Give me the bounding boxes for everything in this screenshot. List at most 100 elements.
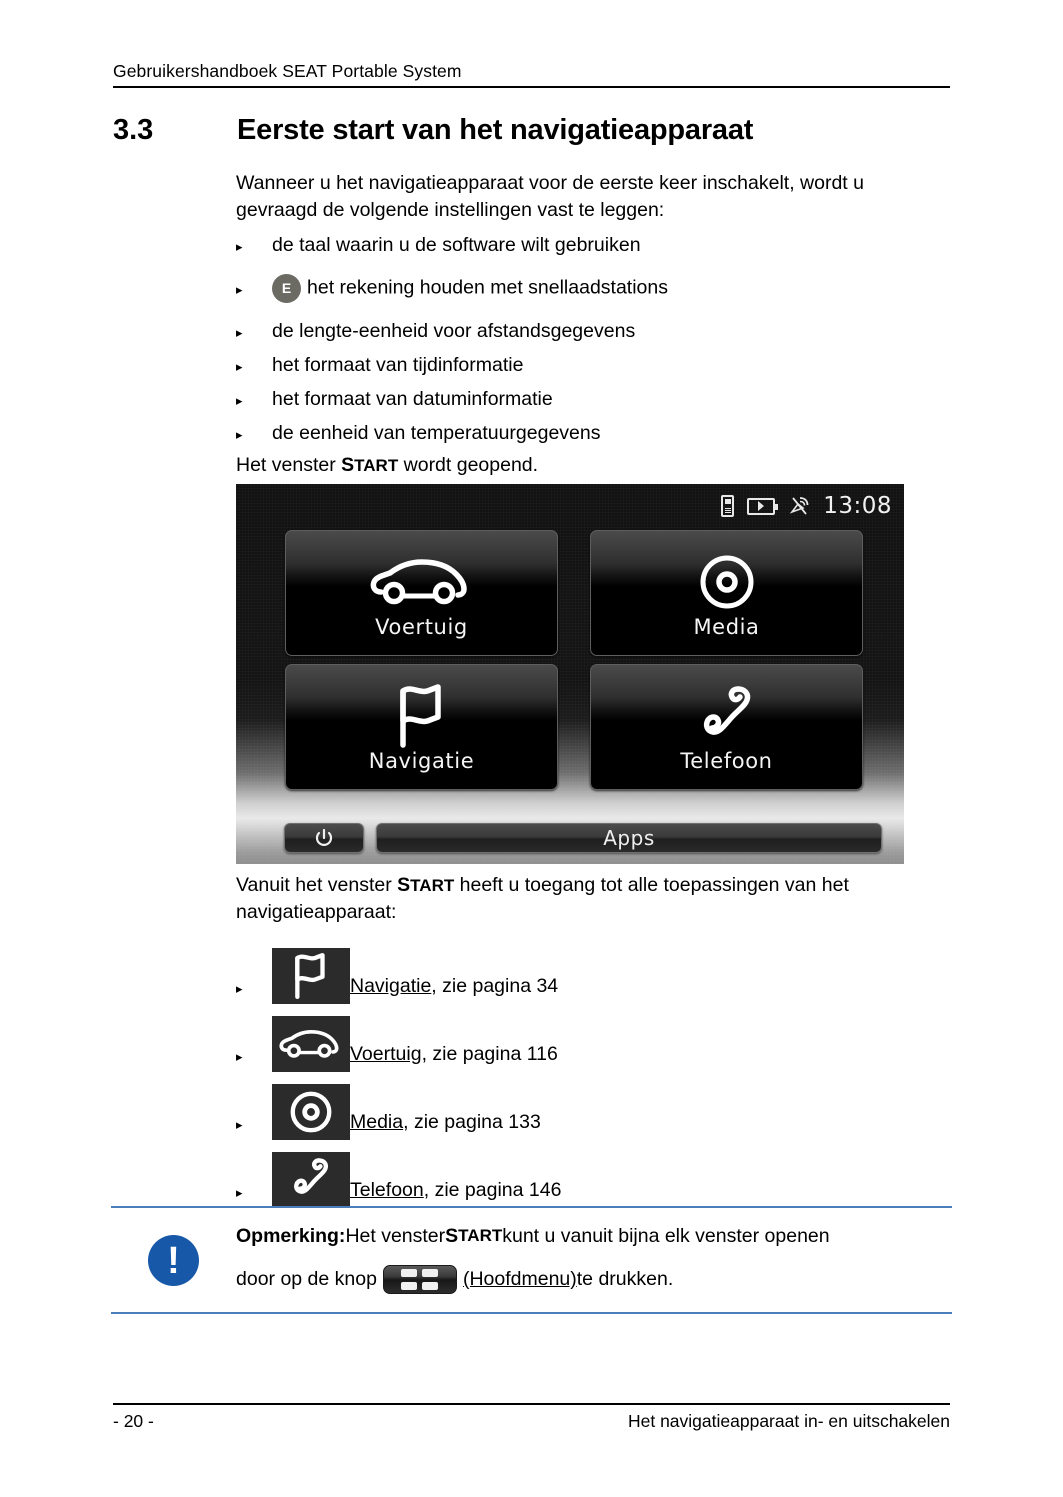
access-paragraph: Vanuit het venster START heeft u toegang… — [236, 872, 950, 926]
sentence-pre: Het venster — [236, 454, 342, 476]
note-icon-container: ! — [111, 1221, 236, 1286]
reference-text: Telefoon, zie pagina 146 — [350, 1177, 561, 1208]
reference-link[interactable]: Navigatie — [350, 975, 431, 997]
list-item-label: de taal waarin u de software wilt gebrui… — [272, 233, 641, 256]
note-callout: ! Opmerking: Het venster S TART kunt u va… — [111, 1206, 952, 1314]
reference-text: Media, zie pagina 133 — [350, 1109, 541, 1140]
intro-paragraph-block: Wanneer u het navigatieapparaat voor de … — [236, 170, 950, 224]
start-window-sentence-block: Het venster START wordt geopend. — [236, 452, 950, 479]
footer-page-number: - 20 - — [113, 1411, 154, 1431]
satellite-no-signal-icon — [788, 495, 810, 517]
power-button[interactable] — [284, 823, 364, 853]
device-bottom-bar: Apps — [236, 816, 904, 864]
bullet-triangle-icon: ▸ — [236, 324, 243, 340]
section-heading: 3.3 Eerste start van het navigatieappara… — [113, 114, 953, 147]
device-status-bar: 13:08 — [236, 484, 904, 528]
list-item-label: het formaat van tijdinformatie — [272, 353, 524, 376]
device-main-menu-tiles: Voertuig Media Navigatie Telefoon — [285, 530, 863, 790]
list-item: ▸ de eenheid van temperatuurgegevens — [236, 416, 950, 450]
list-item: ▸ Telefoon, zie pagina 146 — [236, 1140, 950, 1208]
reference-link[interactable]: Media — [350, 1111, 403, 1133]
note-label: Opmerking: — [236, 1225, 346, 1247]
sentence-post: wordt geopend. — [398, 454, 539, 476]
intro-paragraph: Wanneer u het navigatieapparaat voor de … — [236, 172, 864, 221]
flag-icon — [272, 948, 350, 1004]
header-divider — [113, 86, 950, 88]
reference-page: , zie pagina 116 — [421, 1043, 558, 1065]
smallcaps-initial: S — [341, 454, 355, 476]
note-line2-post: te drukken. — [576, 1268, 674, 1290]
apps-button[interactable]: Apps — [376, 823, 882, 853]
power-icon — [315, 828, 333, 846]
info-exclamation-icon: ! — [148, 1235, 199, 1286]
note-line-1: Opmerking: Het venster S TART kunt u vanu… — [236, 1221, 936, 1251]
tile-telefoon[interactable]: Telefoon — [590, 664, 863, 790]
handset-icon — [698, 685, 756, 747]
bullet-triangle-icon: ▸ — [236, 392, 243, 408]
bullet-triangle-icon: ▸ — [236, 281, 243, 297]
list-item-label: het formaat van datuminformatie — [272, 387, 553, 410]
car-icon — [368, 551, 476, 613]
note-line1-pre: Het venster — [345, 1225, 446, 1247]
list-item: ▸ het formaat van tijdinformatie — [236, 348, 950, 382]
tile-label-telefoon: Telefoon — [680, 749, 773, 773]
list-item: ▸ de lengte-eenheid voor afstandsgegeven… — [236, 314, 950, 348]
smallcaps-rest: TART — [458, 1226, 503, 1245]
reference-page: , zie pagina 146 — [423, 1179, 562, 1201]
note-line2-pre: door op de knop — [236, 1268, 377, 1290]
car-icon — [272, 1016, 350, 1072]
reference-page: , zie pagina 34 — [431, 975, 559, 997]
list-item-text: het rekening houden met snellaadstations — [307, 276, 668, 299]
tile-label-media: Media — [693, 615, 760, 639]
access-paragraph-block: Vanuit het venster START heeft u toegang… — [236, 872, 950, 926]
list-item: ▸ Media, zie pagina 133 — [236, 1072, 950, 1140]
apps-button-label: Apps — [603, 826, 655, 850]
list-item: ▸ de taal waarin u de software wilt gebr… — [236, 228, 950, 262]
access-pre: Vanuit het venster — [236, 874, 398, 896]
battery-charging-icon — [747, 497, 779, 515]
note-line-2: door op de knop (Hoofdmenu) te drukken. — [236, 1259, 936, 1299]
bullet-triangle-icon: ▸ — [236, 1185, 243, 1200]
e-charging-badge-icon: E — [272, 273, 301, 303]
reference-link[interactable]: Telefoon — [350, 1179, 424, 1201]
application-reference-list: ▸ Navigatie, zie pagina 34 ▸ Voertuig, z… — [236, 936, 950, 1208]
page-header: Gebruikershandboek SEAT Portable System — [113, 60, 950, 88]
list-item: ▸ Voertuig, zie pagina 116 — [236, 1004, 950, 1072]
reference-text: Navigatie, zie pagina 34 — [350, 973, 558, 1004]
note-body: Opmerking: Het venster S TART kunt u vanu… — [236, 1221, 952, 1299]
tile-label-navigatie: Navigatie — [368, 749, 475, 773]
list-item-label: de lengte-eenheid voor afstandsgegevens — [272, 319, 636, 342]
list-item-label: de eenheid van temperatuurgegevens — [272, 421, 601, 444]
document-page: Gebruikershandboek SEAT Portable System … — [0, 0, 1063, 1497]
start-window-sentence: Het venster START wordt geopend. — [236, 452, 950, 479]
flag-icon — [390, 684, 454, 748]
reference-text: Voertuig, zie pagina 116 — [350, 1041, 558, 1072]
tile-media[interactable]: Media — [590, 530, 863, 656]
bullet-triangle-icon: ▸ — [236, 238, 243, 254]
status-clock: 13:08 — [823, 493, 892, 519]
device-screenshot: 13:08 Voertuig Media Navigatie Telefoon … — [236, 484, 904, 864]
bullet-triangle-icon: ▸ — [236, 358, 243, 374]
tile-navigatie[interactable]: Navigatie — [285, 664, 558, 790]
section-title: Eerste start van het navigatieapparaat — [237, 114, 754, 146]
tile-voertuig[interactable]: Voertuig — [285, 530, 558, 656]
smallcaps-rest: TART — [410, 876, 455, 895]
list-item: ▸ Ehet rekening houden met snellaadstati… — [236, 262, 950, 314]
bullet-triangle-icon: ▸ — [236, 981, 243, 996]
hoofdmenu-link[interactable]: (Hoofdmenu) — [463, 1259, 577, 1299]
page-footer: - 20 - Het navigatieapparaat in- en uits… — [113, 1403, 950, 1432]
reference-link[interactable]: Voertuig — [350, 1043, 422, 1065]
footer-divider — [113, 1403, 950, 1405]
reference-page: , zie pagina 133 — [403, 1111, 541, 1133]
footer-chapter-title: Het navigatieapparaat in- en uitschakele… — [627, 1411, 950, 1431]
list-item-label: Ehet rekening houden met snellaadstation… — [272, 273, 668, 303]
bullet-triangle-icon: ▸ — [236, 426, 243, 442]
disc-icon — [698, 551, 756, 613]
smallcaps-initial: S — [445, 1225, 459, 1247]
phone-icon — [721, 495, 735, 517]
list-item: ▸ het formaat van datuminformatie — [236, 382, 950, 416]
bullet-triangle-icon: ▸ — [236, 1049, 243, 1064]
disc-icon — [272, 1084, 350, 1140]
note-line1-post: kunt u vanuit bijna elk venster openen — [502, 1225, 830, 1247]
section-number: 3.3 — [113, 114, 154, 146]
